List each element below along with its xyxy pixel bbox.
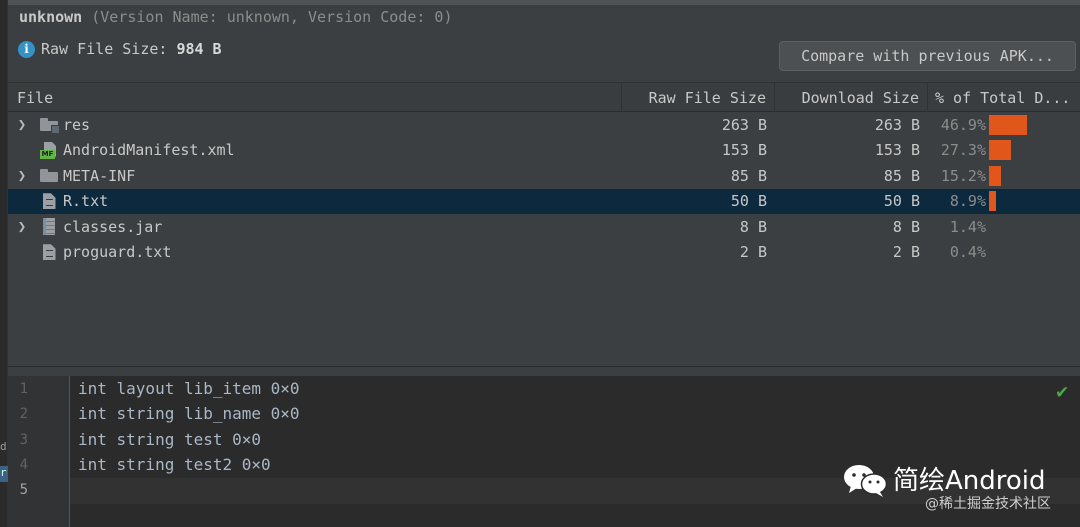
code-line[interactable]: int string test2 0×0 (78, 455, 271, 474)
table-row[interactable]: MF AndroidManifest.xml 153 B 153 B 27.3% (8, 138, 1080, 164)
jar-file-icon (39, 214, 59, 240)
percent-bar-cell (989, 189, 996, 215)
percent-bar (989, 165, 1001, 186)
code-line[interactable]: int layout lib_item 0×0 (78, 379, 300, 398)
left-tool-strip: d r (0, 0, 8, 527)
file-name: AndroidManifest.xml (63, 141, 235, 160)
download-size-cell: 2 B (892, 243, 920, 262)
raw-size-summary: i Raw File Size: 984 B (18, 40, 222, 58)
watermark-subtitle: @稀土掘金技术社区 (925, 496, 1051, 512)
file-name: proguard.txt (63, 243, 172, 262)
apk-name: unknown (19, 8, 83, 26)
line-number: 3 (19, 432, 28, 448)
manifest-file-icon: MF (39, 138, 59, 164)
percent-cell: 0.4% (949, 243, 986, 262)
percent-bar (989, 114, 1027, 135)
download-size-cell: 153 B (874, 141, 920, 160)
code-line[interactable]: int string lib_name 0×0 (78, 404, 300, 423)
wechat-logo (844, 465, 888, 497)
raw-size-cell: 85 B (730, 166, 767, 185)
percent-cell: 15.2% (940, 166, 986, 185)
column-header-download-size[interactable]: Download Size (775, 83, 928, 112)
apk-file-table: File Raw File Size Download Size % of To… (8, 82, 1080, 265)
raw-size-cell: 50 B (730, 192, 767, 211)
percent-cell: 46.9% (940, 115, 986, 134)
left-strip-mark-selected: r (0, 466, 8, 482)
raw-size-cell: 153 B (721, 141, 767, 160)
folder-icon (39, 163, 59, 189)
download-size-cell: 50 B (883, 192, 920, 211)
file-name: META-INF (63, 166, 136, 185)
file-name: res (63, 115, 91, 134)
line-number: 4 (19, 457, 28, 473)
file-name: classes.jar (63, 217, 163, 236)
splitter-handle[interactable] (8, 366, 1080, 376)
expand-arrow-icon[interactable]: ❯ (14, 112, 30, 138)
line-number-gutter (8, 376, 70, 527)
folder-icon (39, 112, 60, 138)
check-icon: ✔ (1055, 383, 1070, 403)
percent-bar-cell (989, 112, 1027, 138)
watermark-title: 简绘Android (893, 466, 1046, 496)
compare-apk-button[interactable]: Compare with previous APK... (779, 41, 1076, 71)
expand-arrow-icon[interactable]: ❯ (14, 214, 30, 240)
table-row[interactable]: ❯ classes.jar 8 B 8 B 1.4% (8, 214, 1080, 240)
percent-bar-cell (989, 163, 1001, 189)
column-header-raw-size[interactable]: Raw File Size (622, 83, 775, 112)
apk-title-line: unknown (Version Name: unknown, Version … (19, 8, 452, 26)
table-header: File Raw File Size Download Size % of To… (8, 82, 1080, 112)
apk-analyzer-panel: unknown (Version Name: unknown, Version … (8, 0, 1080, 370)
version-info: (Version Name: unknown, Version Code: 0) (91, 8, 453, 26)
download-size-cell: 85 B (883, 166, 920, 185)
panel-top-border (8, 0, 1080, 5)
raw-size-cell: 8 B (739, 217, 767, 236)
percent-bar (989, 191, 996, 212)
table-row[interactable]: proguard.txt 2 B 2 B 0.4% (8, 240, 1080, 266)
download-size-cell: 8 B (892, 217, 920, 236)
percent-cell: 27.3% (940, 141, 986, 160)
info-icon: i (18, 40, 35, 58)
percent-cell: 1.4% (949, 217, 986, 236)
table-row[interactable]: ❯ res 263 B 263 B 46.9% (8, 112, 1080, 138)
line-number: 2 (19, 406, 28, 422)
table-row[interactable]: ❯ META-INF 85 B 85 B 15.2% (8, 163, 1080, 189)
line-number-current: 5 (19, 482, 28, 498)
table-row-selected[interactable]: R.txt 50 B 50 B 8.9% (8, 188, 1080, 215)
expand-arrow-icon[interactable]: ❯ (14, 163, 30, 189)
column-header-percent[interactable]: % of Total D... (928, 83, 1080, 112)
raw-size-label: Raw File Size: (41, 40, 168, 58)
percent-bar (989, 140, 1011, 161)
watermark: 简绘Android @稀土掘金技术社区 (843, 458, 1077, 520)
raw-size-cell: 2 B (739, 243, 767, 262)
download-size-cell: 263 B (874, 115, 920, 134)
line-number: 1 (19, 381, 28, 397)
raw-size-cell: 263 B (721, 115, 767, 134)
left-strip-mark: d (0, 440, 7, 453)
column-header-file[interactable]: File (8, 83, 622, 112)
percent-cell: 8.9% (949, 192, 986, 211)
file-name: R.txt (63, 192, 109, 211)
raw-size-value: 984 B (176, 40, 222, 58)
percent-bar-cell (989, 138, 1011, 164)
text-file-icon (39, 189, 59, 215)
text-file-icon (39, 240, 59, 266)
code-line[interactable]: int string test 0×0 (78, 430, 261, 449)
